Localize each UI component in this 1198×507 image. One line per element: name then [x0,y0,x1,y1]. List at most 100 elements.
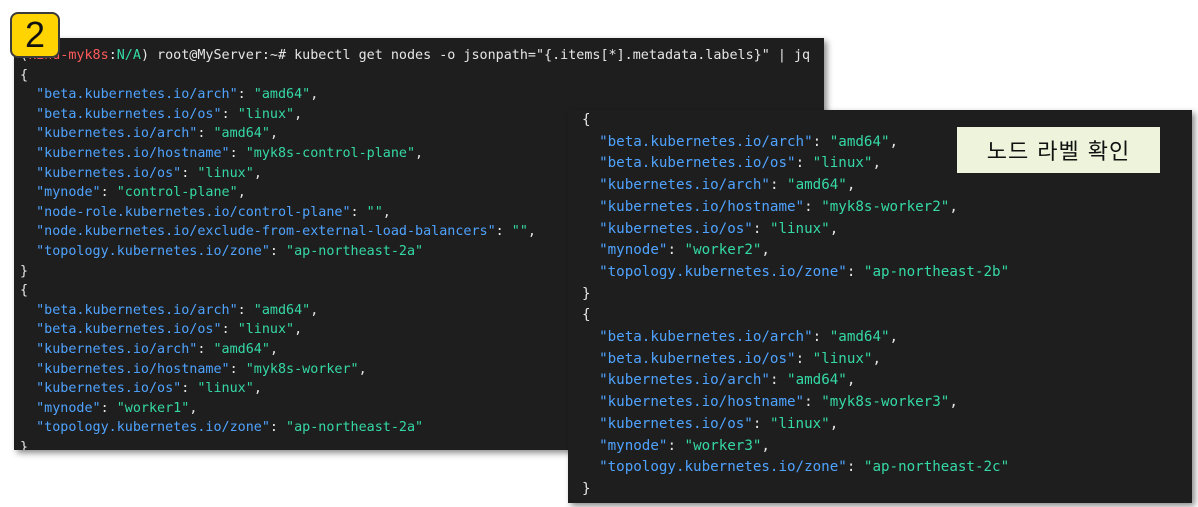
json-label-line: "kubernetes.io/os": "linux", [582,219,1009,241]
key-separator: : [100,185,117,201]
label-value: "myk8s-worker2" [821,198,950,215]
label-value: "amd64" [787,372,847,389]
key-separator: : [221,322,238,338]
label-key: "mynode" [36,185,101,201]
label-value: "control-plane" [116,185,238,201]
json-label-line: "beta.kubernetes.io/os": "linux", [582,153,1009,175]
trailing-comma: , [382,204,391,220]
json-close-brace: } [582,480,591,497]
trailing-comma: , [846,372,856,389]
node-label-check-callout: 노드 라벨 확인 [957,127,1160,173]
label-value: "linux" [237,322,295,338]
label-value: "" [511,224,528,240]
trailing-comma: , [310,302,319,318]
label-value: "worker3" [684,437,762,454]
trailing-comma: , [269,341,278,357]
json-open-brace: { [582,307,591,324]
prompt-user-host: ) root@MyServer:~# [140,48,295,63]
label-value: "amd64" [787,177,847,194]
label-value: "worker2" [684,242,762,259]
json-label-line: "kubernetes.io/hostname": "myk8s-worker3… [582,392,1009,414]
trailing-comma: , [889,133,899,150]
trailing-comma: , [949,198,958,215]
label-key: "kubernetes.io/hostname" [599,394,805,411]
label-key: "kubernetes.io/hostname" [36,361,230,377]
json-close-brace: } [582,285,591,302]
key-separator: : [812,133,830,150]
trailing-comma: , [872,155,881,172]
trailing-comma: , [415,145,424,161]
trailing-comma: , [949,394,958,411]
label-value: "amd64" [829,133,890,150]
key-separator: : [846,263,864,280]
trailing-comma: , [253,165,262,181]
key-separator: : [804,394,822,411]
trailing-comma: , [237,185,246,201]
label-value: "linux" [812,350,873,367]
json-label-line: "kubernetes.io/hostname": "myk8s-worker2… [582,197,1009,219]
json-label-line: "topology.kubernetes.io/zone": "ap-north… [582,457,1009,479]
label-key: "beta.kubernetes.io/os" [599,350,796,367]
label-key: "kubernetes.io/os" [36,165,182,181]
trailing-comma: , [829,415,839,432]
label-key: "beta.kubernetes.io/arch" [36,302,238,318]
key-separator: : [229,361,246,377]
label-key: "topology.kubernetes.io/zone" [599,263,847,280]
prompt-colon: : [108,48,117,63]
key-separator: : [181,381,198,397]
key-separator: : [269,420,287,436]
label-key: "kubernetes.io/os" [599,220,753,237]
key-separator: : [495,224,512,240]
json-label-line: "mynode": "worker3", [582,436,1009,458]
label-key: "kubernetes.io/os" [36,381,182,397]
label-key: "beta.kubernetes.io/arch" [599,133,813,150]
key-separator: : [181,165,198,181]
prompt-command: kubectl get nodes -o jsonpath="{.items[*… [294,48,811,63]
label-value: "amd64" [213,341,270,357]
label-value: "linux" [812,155,873,172]
key-separator: : [795,155,813,172]
key-separator: : [752,220,770,237]
label-value: "myk8s-worker3" [821,394,950,411]
label-key: "topology.kubernetes.io/zone" [36,420,270,436]
label-value: "ap-northeast-2b" [863,263,1010,280]
trailing-comma: , [889,329,899,346]
label-key: "kubernetes.io/arch" [36,341,198,357]
label-key: "beta.kubernetes.io/arch" [36,87,238,103]
json-label-line: "kubernetes.io/os": "linux", [582,414,1009,436]
key-separator: : [795,350,813,367]
label-key: "node-role.kubernetes.io/control-plane" [36,204,351,220]
label-key: "mynode" [36,400,101,416]
trailing-comma: , [527,224,536,240]
label-value: "amd64" [253,302,311,318]
key-separator: : [237,302,254,318]
label-key: "kubernetes.io/arch" [36,126,198,142]
label-key: "kubernetes.io/hostname" [599,198,805,215]
key-separator: : [350,204,367,220]
label-value: "amd64" [829,329,890,346]
trailing-comma: , [761,437,770,454]
label-key: "kubernetes.io/arch" [599,177,770,194]
label-key: "topology.kubernetes.io/zone" [599,459,847,476]
json-label-line: "topology.kubernetes.io/zone": "ap-north… [582,262,1009,284]
json-label-line: "mynode": "worker2", [582,240,1009,262]
label-value: "amd64" [213,126,270,142]
key-separator: : [769,177,788,194]
label-value: "worker1" [116,400,190,416]
json-open-brace: { [582,112,591,128]
label-value: "myk8s-worker" [245,361,359,377]
label-value: "myk8s-control-plane" [245,145,416,161]
key-separator: : [769,372,788,389]
label-value: "linux" [237,106,295,122]
label-key: "beta.kubernetes.io/os" [36,322,222,338]
label-value: "linux" [197,381,254,397]
json-label-line: "beta.kubernetes.io/os": "linux", [582,349,1009,371]
key-separator: : [197,126,214,142]
step-number-badge: 2 [10,12,60,58]
key-separator: : [846,459,864,476]
trailing-comma: , [294,106,303,122]
key-separator: : [667,437,685,454]
label-key: "beta.kubernetes.io/os" [36,106,222,122]
label-key: "topology.kubernetes.io/zone" [36,243,270,259]
trailing-comma: , [310,87,319,103]
